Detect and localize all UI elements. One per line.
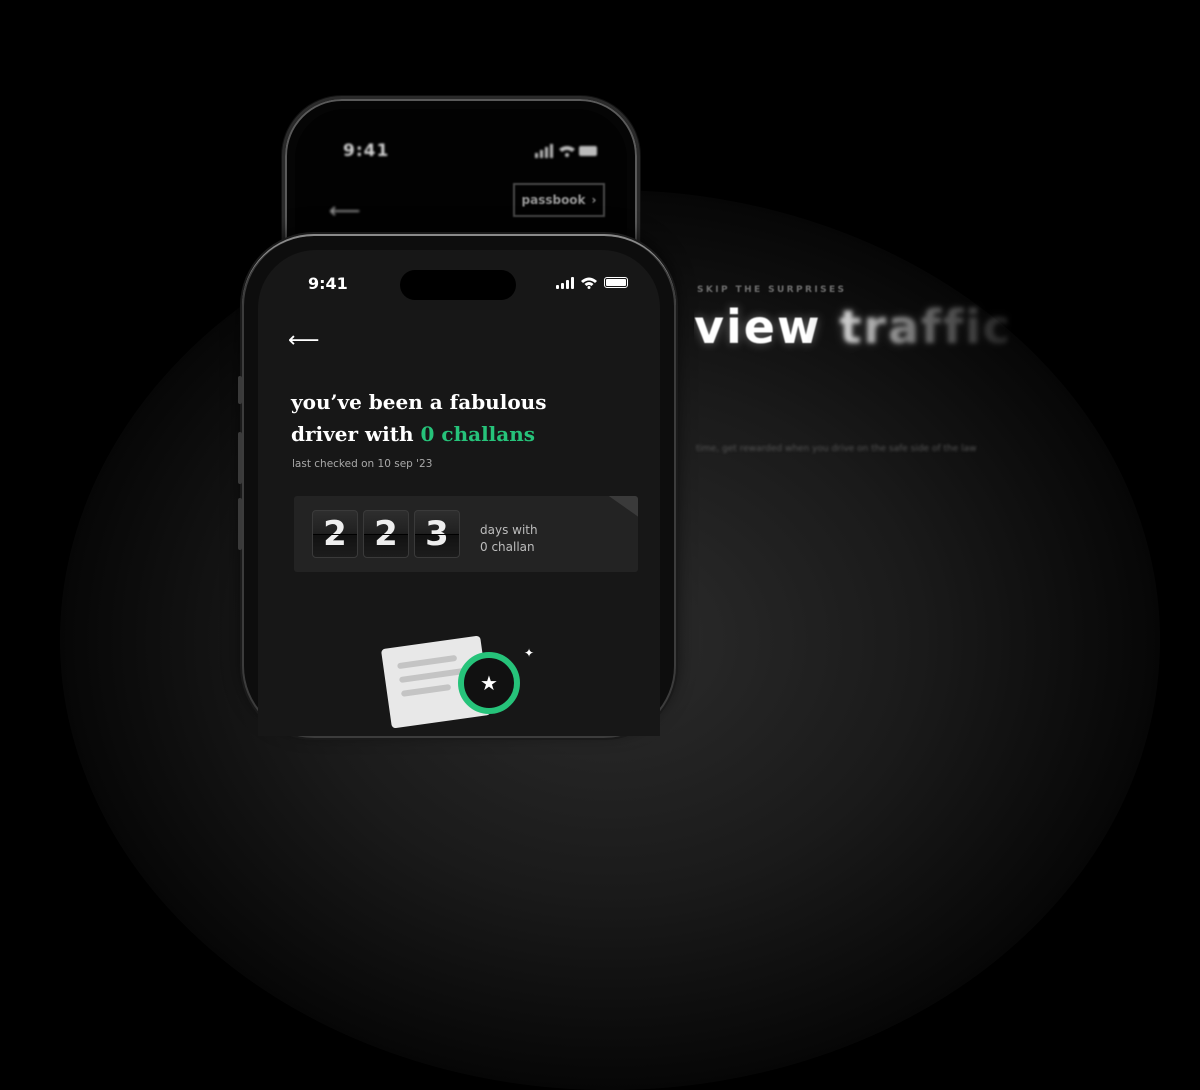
- hero-kicker: SKIP THE SURPRISES: [697, 285, 847, 295]
- battery-icon: [604, 277, 628, 288]
- counter-digit: 2: [312, 510, 358, 558]
- dynamic-island: [400, 270, 516, 300]
- phone-volume-down: [238, 498, 242, 550]
- status-time: 9:41: [308, 274, 348, 293]
- back-arrow-icon[interactable]: ⟵: [329, 199, 361, 224]
- chevron-right-icon: ›: [591, 193, 597, 207]
- hero-title-sharp: view: [694, 300, 822, 354]
- signal-icon: [556, 276, 574, 289]
- sparkle-icon: ✦: [524, 646, 535, 660]
- days-label-line-2: 0 challan: [480, 540, 535, 554]
- passbook-label: passbook: [521, 193, 586, 207]
- front-phone-screen: 9:41 ⟵ you’ve been a fabulous driver wit…: [258, 250, 660, 736]
- headline-prefix: driver with: [291, 422, 421, 446]
- back-status-icons-graphic: [535, 144, 597, 158]
- back-status-time: 9:41: [343, 141, 390, 161]
- star-badge-icon: ★: [458, 652, 520, 714]
- hero-title: view traffic: [694, 300, 1012, 354]
- days-counter-card: 2 2 3 days with 0 challan: [294, 496, 638, 572]
- back-status-icons: [535, 143, 599, 162]
- front-phone-mockup: 9:41 ⟵ you’ve been a fabulous driver wit…: [238, 234, 676, 736]
- challan-count-highlight: 0 challans: [420, 422, 536, 446]
- phone-volume-up: [238, 432, 242, 484]
- counter-digit: 2: [363, 510, 409, 558]
- headline: you’ve been a fabulous driver with 0 cha…: [291, 386, 611, 450]
- back-arrow-icon[interactable]: ⟵: [288, 328, 320, 353]
- counter-digit: 3: [414, 510, 460, 558]
- wifi-icon: [581, 277, 597, 289]
- headline-line-2: driver with 0 challans: [291, 418, 611, 450]
- last-checked-date: last checked on 10 sep '23: [292, 458, 433, 470]
- phone-action-button: [238, 376, 242, 404]
- days-counter-label: days with 0 challan: [480, 522, 538, 556]
- passbook-button[interactable]: passbook ›: [513, 183, 605, 217]
- status-icons: [556, 276, 628, 289]
- hero-title-soft: traffic: [839, 300, 1013, 354]
- flip-counter: 2 2 3: [312, 510, 460, 558]
- headline-line-1: you’ve been a fabulous: [291, 390, 547, 414]
- days-label-line-1: days with: [480, 523, 538, 537]
- hero-subline: time, get rewarded when you drive on the…: [696, 444, 977, 454]
